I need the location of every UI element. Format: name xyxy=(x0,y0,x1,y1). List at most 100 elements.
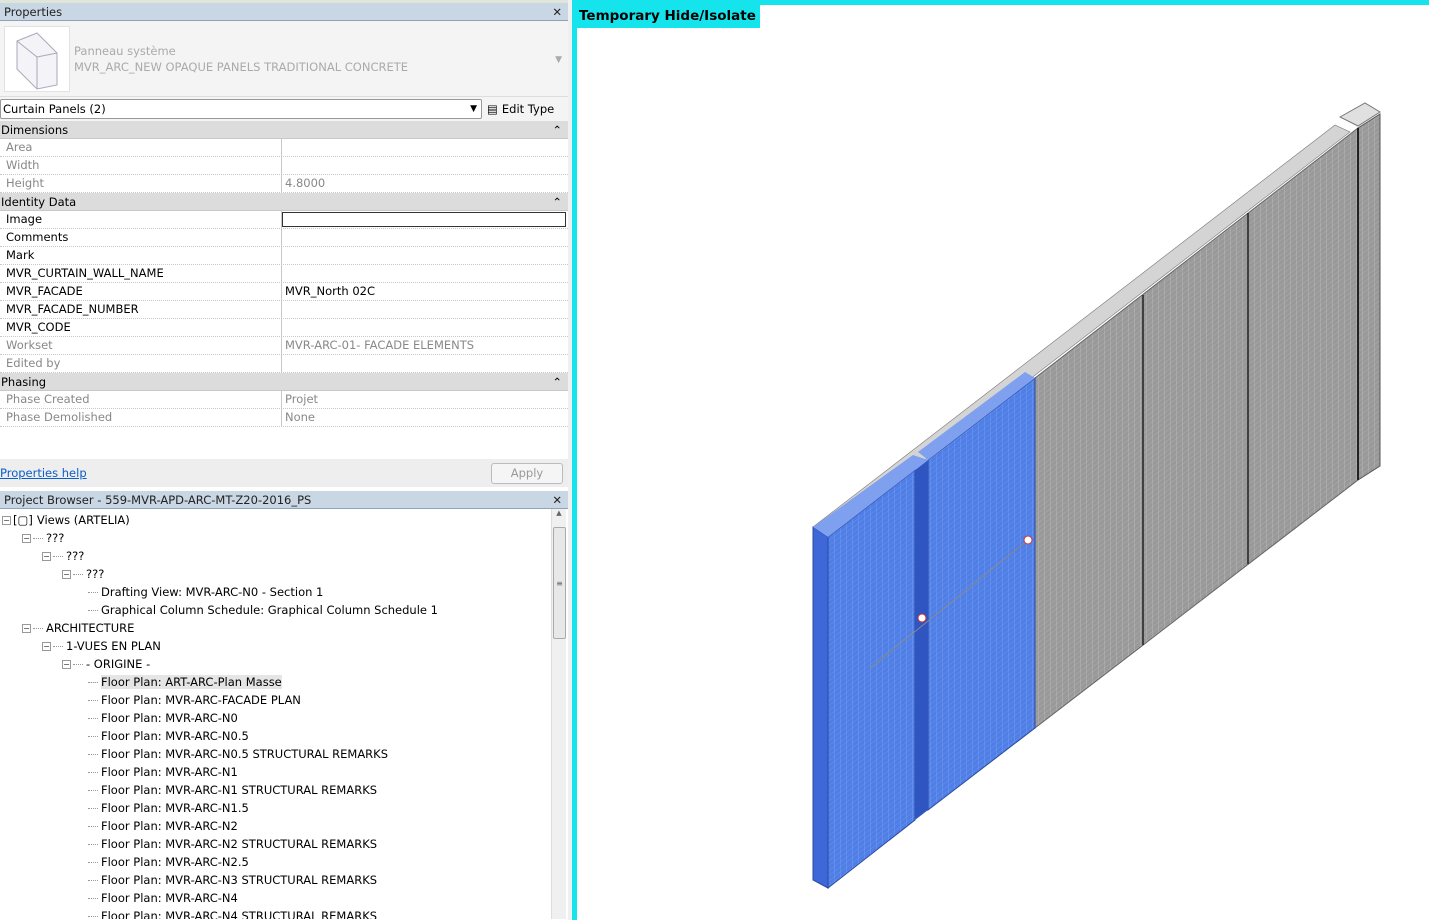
property-name: Phase Demolished xyxy=(0,409,282,426)
instance-filter-dropdown[interactable]: Curtain Panels (2) ▼ xyxy=(0,99,482,119)
gray-panels xyxy=(1034,126,1359,730)
tree-item[interactable]: − ARCHITECTURE xyxy=(22,619,134,637)
tree-item[interactable]: Floor Plan: MVR-ARC-N0.5 xyxy=(88,727,249,745)
tree-item[interactable]: Floor Plan: MVR-ARC-N3 STRUCTURAL REMARK… xyxy=(88,871,377,889)
close-properties-icon[interactable]: ✕ xyxy=(552,5,568,19)
property-row: MVR_CURTAIN_WALL_NAME xyxy=(0,265,568,283)
tree-item-label: Floor Plan: MVR-ARC-N1 xyxy=(101,765,238,779)
collapse-icon[interactable]: − xyxy=(22,624,31,633)
apply-button[interactable]: Apply xyxy=(491,462,563,484)
property-value[interactable]: MVR_North 02C xyxy=(282,283,568,300)
tree-item[interactable]: −??? xyxy=(22,529,64,547)
tree-item[interactable]: Floor Plan: MVR-ARC-N2 STRUCTURAL REMARK… xyxy=(88,835,377,853)
tree-item[interactable]: Drafting View: MVR-ARC-N0 - Section 1 xyxy=(88,583,323,601)
tree-item[interactable]: Floor Plan: MVR-ARC-N2 xyxy=(88,817,238,835)
collapse-icon[interactable]: − xyxy=(22,534,31,543)
tree-item-label: Drafting View: MVR-ARC-N0 - Section 1 xyxy=(101,585,324,599)
property-value: None xyxy=(285,410,316,424)
property-value[interactable] xyxy=(282,265,568,282)
selected-panel-1 xyxy=(827,468,916,890)
property-value[interactable] xyxy=(282,212,566,227)
left-panels: Properties ✕ Panneau système MVR_ARC_NEW… xyxy=(0,0,568,920)
tree-item[interactable]: − [▢] Views (ARTELIA) xyxy=(2,511,130,529)
properties-help-link[interactable]: Properties help xyxy=(0,466,87,480)
tree-item[interactable]: −??? xyxy=(42,547,84,565)
collapse-icon[interactable]: ⌃ xyxy=(552,123,562,137)
property-name: Mark xyxy=(0,247,282,264)
scrollbar-thumb[interactable]: ≡ xyxy=(553,527,566,639)
property-name: Phase Created xyxy=(0,391,282,408)
property-value[interactable] xyxy=(282,301,568,318)
tree-item-label: Floor Plan: MVR-ARC-N3 STRUCTURAL REMARK… xyxy=(101,873,378,887)
tree-item-label: ??? xyxy=(66,549,85,563)
property-value[interactable] xyxy=(282,319,568,336)
property-value[interactable] xyxy=(282,247,568,264)
tree-item[interactable]: Floor Plan: MVR-ARC-N2.5 xyxy=(88,853,249,871)
tree-item[interactable]: Floor Plan: MVR-ARC-FACADE PLAN xyxy=(88,691,301,709)
collapse-icon[interactable]: ⌃ xyxy=(552,195,562,209)
group-label: Identity Data xyxy=(1,194,77,209)
instance-filter-value: Curtain Panels (2) xyxy=(3,102,106,116)
properties-grid: Dimensions ⌃ Area Width Height 4.8000 Identity… xyxy=(0,121,568,427)
property-value[interactable] xyxy=(282,229,568,246)
property-row: Mark xyxy=(0,247,568,265)
property-name: MVR_FACADE_NUMBER xyxy=(0,301,282,318)
tree-item[interactable]: − - ORIGINE - xyxy=(62,655,150,673)
collapse-icon[interactable]: − xyxy=(42,552,51,561)
collapse-icon[interactable]: − xyxy=(42,642,51,651)
property-row: Edited by xyxy=(0,355,568,373)
property-value: Projet xyxy=(285,392,319,406)
tree-item[interactable]: − 1-VUES EN PLAN xyxy=(42,637,161,655)
property-row: Width xyxy=(0,157,568,175)
tree-item-label: Floor Plan: MVR-ARC-FACADE PLAN xyxy=(101,693,301,707)
curtain-wall-model[interactable] xyxy=(577,5,1429,920)
tree-item[interactable]: Floor Plan: MVR-ARC-N4 xyxy=(88,889,238,907)
tree-item-label: Floor Plan: MVR-ARC-N1.5 xyxy=(101,801,249,815)
collapse-icon[interactable]: − xyxy=(2,516,11,525)
tree-item-label: Graphical Column Schedule: Graphical Col… xyxy=(101,603,438,617)
tree-item[interactable]: Floor Plan: MVR-ARC-N4 STRUCTURAL REMARK… xyxy=(88,907,377,919)
property-row: Phase Created Projet xyxy=(0,391,568,409)
tree-item[interactable]: Floor Plan: MVR-ARC-N0.5 STRUCTURAL REMA… xyxy=(88,745,388,763)
tree-item[interactable]: Floor Plan: MVR-ARC-N0 xyxy=(88,709,238,727)
property-name: MVR_CODE xyxy=(0,319,282,336)
browser-scrollbar[interactable]: ▲ ≡ xyxy=(551,509,566,919)
group-dimensions[interactable]: Dimensions ⌃ xyxy=(0,121,568,139)
close-browser-icon[interactable]: ✕ xyxy=(552,493,568,507)
pin-icon xyxy=(1023,535,1033,545)
property-value xyxy=(282,139,568,156)
tree-item-label: ??? xyxy=(86,567,105,581)
property-row: Area xyxy=(0,139,568,157)
edit-type-button[interactable]: ▤ Edit Type xyxy=(487,102,554,116)
project-browser-title: Project Browser - 559-MVR-APD-ARC-MT-Z20… xyxy=(4,492,312,507)
tree-item[interactable]: Floor Plan: MVR-ARC-N1.5 xyxy=(88,799,249,817)
tree-item[interactable]: Floor Plan: ART-ARC-Plan Masse xyxy=(88,673,282,691)
edit-type-label: Edit Type xyxy=(501,102,555,116)
tree-item[interactable]: Graphical Column Schedule: Graphical Col… xyxy=(88,601,438,619)
collapse-icon[interactable]: − xyxy=(62,660,71,669)
type-selector[interactable]: Panneau système MVR_ARC_NEW OPAQUE PANEL… xyxy=(0,21,568,97)
property-name: Edited by xyxy=(0,355,282,372)
tree-item[interactable]: −??? xyxy=(62,565,104,583)
project-browser-titlebar: Project Browser - 559-MVR-APD-ARC-MT-Z20… xyxy=(0,491,568,509)
3d-viewport[interactable]: Temporary Hide/Isolate xyxy=(572,0,1429,920)
group-label: Dimensions xyxy=(1,122,69,137)
property-row: MVR_FACADE MVR_North 02C xyxy=(0,283,568,301)
chevron-down-icon[interactable]: ▼ xyxy=(555,55,562,65)
collapse-icon[interactable]: − xyxy=(62,570,71,579)
property-row: Comments xyxy=(0,229,568,247)
group-identity-data[interactable]: Identity Data ⌃ xyxy=(0,193,568,211)
type-name: MVR_ARC_NEW OPAQUE PANELS TRADITIONAL CO… xyxy=(74,59,409,74)
browser-tree: ▲ ≡ − [▢] Views (ARTELIA) −??? −??? −??? Draft… xyxy=(0,509,568,919)
views-icon: [▢] xyxy=(13,513,33,527)
tree-item-label: Floor Plan: MVR-ARC-N0.5 xyxy=(101,729,249,743)
tree-item[interactable]: Floor Plan: MVR-ARC-N1 STRUCTURAL REMARK… xyxy=(88,781,377,799)
collapse-icon[interactable]: ⌃ xyxy=(552,375,562,389)
property-row: Image xyxy=(0,211,568,229)
tree-item[interactable]: Floor Plan: MVR-ARC-N1 xyxy=(88,763,238,781)
property-row: Phase Demolished None xyxy=(0,409,568,427)
project-browser: Project Browser - 559-MVR-APD-ARC-MT-Z20… xyxy=(0,491,568,919)
property-row: Height 4.8000 xyxy=(0,175,568,193)
group-phasing[interactable]: Phasing ⌃ xyxy=(0,373,568,391)
tree-item-label: Floor Plan: MVR-ARC-N4 STRUCTURAL REMARK… xyxy=(101,909,378,919)
